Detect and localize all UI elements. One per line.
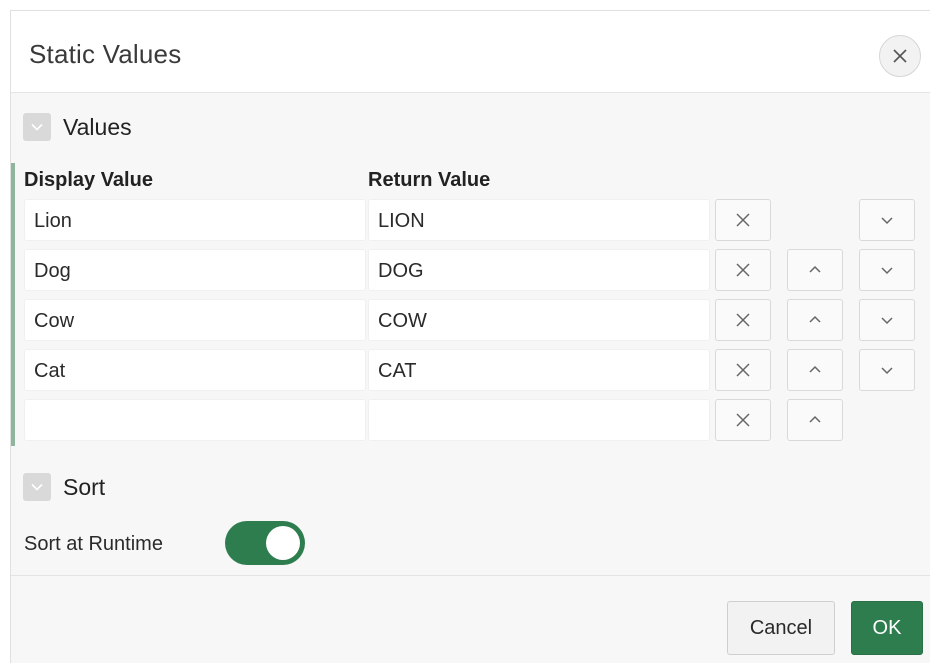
close-icon xyxy=(893,49,907,63)
return-value-input[interactable]: CAT xyxy=(368,349,710,391)
close-icon xyxy=(736,413,750,427)
display-value-header: Display Value xyxy=(24,169,153,191)
chevron-up-icon xyxy=(809,265,821,273)
chevron-down-icon xyxy=(881,317,893,325)
display-value-input[interactable]: Dog xyxy=(24,249,366,291)
close-icon xyxy=(736,313,750,327)
static-values-dialog: Static Values Values Display Value Retur… xyxy=(10,10,930,663)
chevron-up-icon xyxy=(809,365,821,373)
delete-row-button[interactable] xyxy=(715,299,771,341)
close-icon xyxy=(736,263,750,277)
close-icon xyxy=(736,363,750,377)
toggle-knob xyxy=(266,526,300,560)
return-value-input[interactable]: LION xyxy=(368,199,710,241)
sort-collapse-toggle[interactable] xyxy=(23,473,51,501)
move-up-button[interactable] xyxy=(787,249,843,291)
values-region-title: Values xyxy=(63,113,132,140)
delete-row-button[interactable] xyxy=(715,349,771,391)
move-down-button[interactable] xyxy=(859,249,915,291)
values-collapse-toggle[interactable] xyxy=(23,113,51,141)
move-down-button[interactable] xyxy=(859,349,915,391)
display-value-input[interactable]: Cow xyxy=(24,299,366,341)
dialog-titlebar: Static Values xyxy=(11,11,930,93)
delete-row-button[interactable] xyxy=(715,199,771,241)
return-value-input[interactable] xyxy=(368,399,710,441)
close-icon xyxy=(736,213,750,227)
delete-row-button[interactable] xyxy=(715,249,771,291)
display-value-input[interactable]: Cat xyxy=(24,349,366,391)
chevron-down-icon xyxy=(881,267,893,275)
move-up-button[interactable] xyxy=(787,299,843,341)
move-up-button[interactable] xyxy=(787,349,843,391)
values-accent-bar xyxy=(11,163,15,446)
dialog-footer: Cancel OK xyxy=(11,575,930,663)
display-value-input[interactable] xyxy=(24,399,366,441)
sort-at-runtime-label: Sort at Runtime xyxy=(24,533,163,555)
dialog-title: Static Values xyxy=(29,39,182,69)
chevron-up-icon xyxy=(809,415,821,423)
move-up-button[interactable] xyxy=(787,399,843,441)
move-down-button[interactable] xyxy=(859,199,915,241)
sort-at-runtime-toggle[interactable] xyxy=(225,521,305,565)
sort-region-header: Sort xyxy=(23,473,105,501)
cancel-button[interactable]: Cancel xyxy=(727,601,835,655)
return-value-input[interactable]: DOG xyxy=(368,249,710,291)
return-value-header: Return Value xyxy=(368,169,491,191)
delete-row-button[interactable] xyxy=(715,399,771,441)
sort-region-title: Sort xyxy=(63,473,106,500)
ok-button[interactable]: OK xyxy=(851,601,923,655)
move-down-button[interactable] xyxy=(859,299,915,341)
chevron-down-icon xyxy=(31,123,43,131)
return-value-input[interactable]: COW xyxy=(368,299,710,341)
chevron-up-icon xyxy=(809,315,821,323)
chevron-down-icon xyxy=(31,483,43,491)
display-value-input[interactable]: Lion xyxy=(24,199,366,241)
values-region-header: Values xyxy=(23,113,132,141)
chevron-down-icon xyxy=(881,217,893,225)
close-button[interactable] xyxy=(879,35,921,77)
chevron-down-icon xyxy=(881,367,893,375)
